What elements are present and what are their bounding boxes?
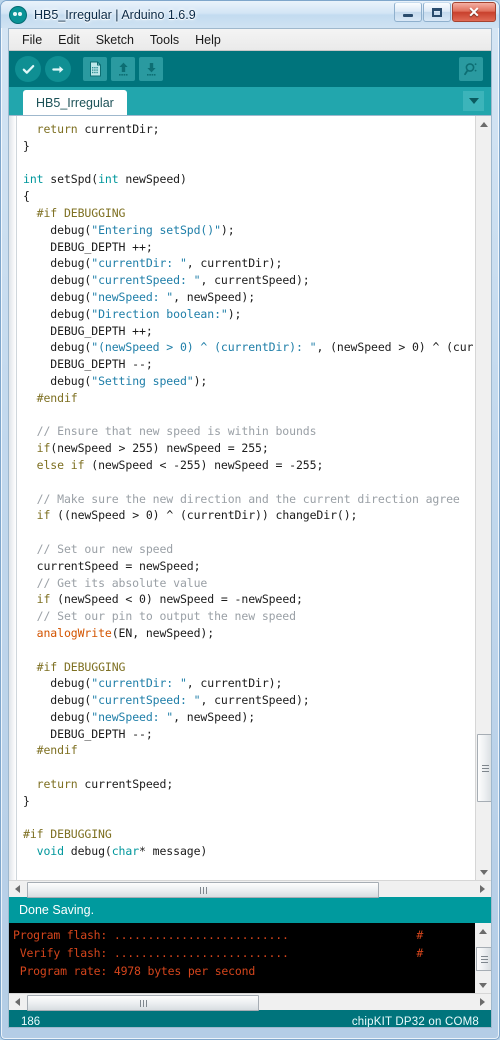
arduino-infinity-icon	[9, 5, 27, 24]
menu-bar: File Edit Sketch Tools Help	[9, 29, 491, 51]
scroll-down-button[interactable]	[476, 864, 491, 880]
source-code[interactable]: return currentDir; } int setSpd(int newS…	[23, 121, 475, 860]
check-icon	[21, 62, 36, 77]
tab-hb5-irregular[interactable]: HB5_Irregular	[23, 90, 127, 115]
menu-help[interactable]: Help	[188, 31, 228, 49]
magnifier-icon	[463, 61, 479, 77]
new-button[interactable]	[83, 57, 107, 81]
menu-sketch[interactable]: Sketch	[89, 31, 141, 49]
chevron-down-icon	[468, 98, 479, 104]
open-button[interactable]	[111, 57, 135, 81]
caret-down-icon	[479, 982, 487, 988]
upload-button[interactable]	[45, 56, 71, 82]
scroll-right-button[interactable]	[474, 881, 491, 897]
board-indicator: chipKIT DP32 on COM8	[351, 1016, 479, 1028]
window-title: HB5_Irregular | Arduino 1.6.9	[34, 7, 196, 22]
console-vertical-scrollbar[interactable]	[475, 923, 491, 993]
tab-menu-button[interactable]	[463, 91, 484, 111]
caret-right-icon	[480, 885, 485, 893]
line-number-indicator: 186	[21, 1016, 41, 1028]
console-horizontal-scroll-thumb[interactable]	[27, 995, 259, 1011]
window-controls: ✕	[394, 2, 496, 22]
code-text: return currentDir; } int setSpd(int newS…	[23, 122, 474, 859]
code-editor: return currentDir; } int setSpd(int newS…	[9, 115, 491, 880]
minimize-button[interactable]	[394, 2, 422, 22]
menu-file[interactable]: File	[15, 31, 49, 49]
arduino-ide-window: HB5_Irregular | Arduino 1.6.9 ✕ File Edi…	[0, 0, 500, 1040]
down-arrow-icon	[144, 61, 159, 77]
tab-label: HB5_Irregular	[36, 95, 114, 110]
horizontal-scroll-thumb[interactable]	[27, 882, 379, 898]
editor-horizontal-scrollbar[interactable]	[9, 880, 491, 898]
caret-up-icon	[479, 928, 487, 934]
new-file-icon	[88, 61, 103, 77]
console-scroll-down-button[interactable]	[475, 977, 491, 993]
scroll-grip	[481, 763, 489, 774]
caret-up-icon	[480, 121, 488, 127]
editor-gutter	[9, 116, 17, 880]
code-viewport[interactable]: return currentDir; } int setSpd(int newS…	[17, 116, 475, 880]
console-scroll-up-button[interactable]	[475, 923, 491, 939]
console-horizontal-scrollbar[interactable]	[9, 993, 491, 1011]
vertical-scroll-thumb[interactable]	[477, 734, 491, 802]
console-viewport[interactable]: Program flash: .........................…	[9, 923, 475, 993]
verify-button[interactable]	[15, 56, 41, 82]
console-text: Program flash: .........................…	[13, 928, 424, 978]
tab-bar: HB5_Irregular	[9, 87, 491, 115]
toolbar	[9, 51, 491, 87]
status-message-text: Done Saving.	[19, 903, 95, 917]
client-area: File Edit Sketch Tools Help HB5_Irregula…	[8, 28, 492, 1028]
scroll-up-button[interactable]	[476, 116, 491, 132]
title-bar-left: HB5_Irregular | Arduino 1.6.9	[9, 1, 196, 28]
caret-left-icon	[15, 885, 20, 893]
close-icon: ✕	[468, 4, 480, 20]
console-output: Program flash: .........................…	[9, 923, 491, 993]
title-bar: HB5_Irregular | Arduino 1.6.9 ✕	[1, 1, 499, 28]
editor-vertical-scrollbar[interactable]	[475, 116, 491, 880]
save-button[interactable]	[139, 57, 163, 81]
menu-tools[interactable]: Tools	[143, 31, 186, 49]
menu-edit[interactable]: Edit	[51, 31, 87, 49]
serial-monitor-button[interactable]	[459, 57, 483, 81]
console-scroll-left-button[interactable]	[9, 994, 26, 1010]
up-arrow-icon	[116, 61, 131, 77]
scroll-left-button[interactable]	[9, 881, 26, 897]
scroll-grip	[480, 954, 488, 965]
caret-left-icon	[15, 998, 20, 1006]
scroll-grip	[139, 999, 148, 1007]
caret-down-icon	[480, 869, 488, 875]
right-arrow-icon	[51, 62, 66, 77]
status-message-bar: Done Saving.	[9, 897, 491, 923]
caret-right-icon	[480, 998, 485, 1006]
console-vertical-scroll-thumb[interactable]	[476, 947, 491, 971]
status-bar: 186 chipKIT DP32 on COM8	[9, 1010, 491, 1028]
console-scroll-right-button[interactable]	[474, 994, 491, 1010]
close-button[interactable]: ✕	[452, 2, 496, 22]
scroll-grip	[199, 886, 208, 894]
maximize-button[interactable]	[423, 2, 451, 22]
